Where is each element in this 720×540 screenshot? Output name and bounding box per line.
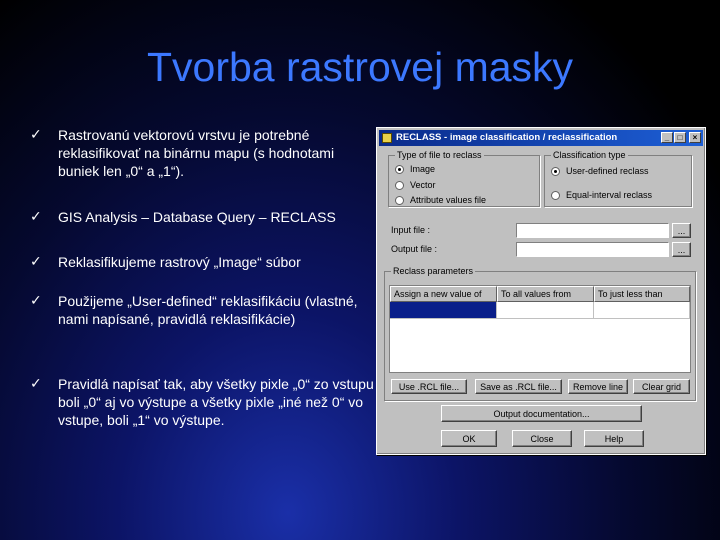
bullet-item: ✓ Pravidlá napísať tak, aby všetky pixle… bbox=[30, 375, 375, 429]
bullet-text: Pravidlá napísať tak, aby všetky pixle „… bbox=[58, 376, 374, 428]
use-rcl-file-button[interactable]: Use .RCL file... bbox=[391, 379, 467, 394]
grid-cell-from[interactable] bbox=[497, 302, 594, 319]
radio-attribute-label: Attribute values file bbox=[410, 195, 487, 205]
file-type-legend: Type of file to reclass bbox=[395, 150, 484, 160]
help-button[interactable]: Help bbox=[584, 430, 644, 447]
classification-type-legend: Classification type bbox=[551, 150, 628, 160]
ok-button[interactable]: OK bbox=[441, 430, 497, 447]
radio-equal-interval[interactable]: Equal-interval reclass bbox=[551, 190, 652, 200]
radio-equal-interval-label: Equal-interval reclass bbox=[566, 190, 653, 200]
bullet-text: Použijeme „User-defined“ reklasifikáciu … bbox=[58, 293, 358, 327]
dialog-titlebar[interactable]: RECLASS - image classification / reclass… bbox=[379, 130, 703, 146]
column-header[interactable]: Assign a new value of bbox=[390, 286, 497, 302]
input-file-label: Input file : bbox=[391, 225, 431, 235]
bullet-text: Reklasifikujeme rastrový „Image“ súbor bbox=[58, 254, 301, 270]
grid-header: Assign a new value of To all values from… bbox=[390, 286, 690, 302]
classification-type-group: Classification type User-defined reclass… bbox=[544, 150, 692, 207]
radio-selected-icon bbox=[551, 166, 560, 176]
grid-cell-new-value[interactable] bbox=[390, 302, 497, 319]
maximize-button[interactable]: □ bbox=[674, 132, 686, 143]
radio-unselected-icon bbox=[395, 180, 404, 190]
bullet-item: ✓ Rastrovanú vektorovú vrstvu je potrebn… bbox=[30, 126, 375, 180]
check-icon: ✓ bbox=[30, 254, 42, 270]
input-file-browse-button[interactable]: ... bbox=[672, 223, 691, 238]
check-icon: ✓ bbox=[30, 376, 42, 392]
minimize-button[interactable]: _ bbox=[661, 132, 673, 143]
output-file-field[interactable] bbox=[516, 242, 669, 257]
radio-selected-icon bbox=[395, 164, 404, 174]
reclass-dialog: RECLASS - image classification / reclass… bbox=[376, 127, 706, 455]
radio-vector[interactable]: Vector bbox=[395, 180, 436, 190]
clear-grid-button[interactable]: Clear grid bbox=[633, 379, 690, 394]
radio-user-defined-label: User-defined reclass bbox=[566, 166, 649, 176]
close-button[interactable]: Close bbox=[512, 430, 572, 447]
bullet-item: ✓ GIS Analysis – Database Query – RECLAS… bbox=[30, 208, 375, 226]
bullet-text: GIS Analysis – Database Query – RECLASS bbox=[58, 209, 336, 225]
close-window-button[interactable]: × bbox=[689, 132, 701, 143]
file-type-group: Type of file to reclass Image Vector Att… bbox=[388, 150, 540, 207]
radio-attribute-values[interactable]: Attribute values file bbox=[395, 195, 486, 205]
output-documentation-button[interactable]: Output documentation... bbox=[441, 405, 642, 422]
table-row[interactable] bbox=[390, 302, 690, 319]
app-icon bbox=[382, 133, 392, 143]
output-file-label: Output file : bbox=[391, 244, 438, 254]
bullet-item: ✓ Reklasifikujeme rastrový „Image“ súbor bbox=[30, 253, 375, 271]
bullet-text: Rastrovanú vektorovú vrstvu je potrebné … bbox=[58, 127, 335, 179]
radio-unselected-icon bbox=[551, 190, 560, 200]
bullet-item: ✓ Použijeme „User-defined“ reklasifikáci… bbox=[30, 292, 375, 328]
radio-image[interactable]: Image bbox=[395, 164, 435, 174]
grid-cell-to[interactable] bbox=[594, 302, 690, 319]
save-rcl-file-button[interactable]: Save as .RCL file... bbox=[475, 379, 562, 394]
dialog-title: RECLASS - image classification / reclass… bbox=[396, 132, 618, 143]
check-icon: ✓ bbox=[30, 209, 42, 225]
slide-title: Tvorba rastrovej masky bbox=[146, 44, 574, 90]
radio-vector-label: Vector bbox=[410, 180, 436, 190]
column-header[interactable]: To all values from bbox=[497, 286, 594, 302]
radio-unselected-icon bbox=[395, 195, 404, 205]
radio-user-defined[interactable]: User-defined reclass bbox=[551, 166, 649, 176]
radio-image-label: Image bbox=[410, 164, 436, 174]
reclass-grid[interactable]: Assign a new value of To all values from… bbox=[389, 285, 691, 373]
reclass-parameters-legend: Reclass parameters bbox=[391, 266, 476, 276]
check-icon: ✓ bbox=[30, 127, 42, 143]
output-file-browse-button[interactable]: ... bbox=[672, 242, 691, 257]
input-file-field[interactable] bbox=[516, 223, 669, 238]
remove-line-button[interactable]: Remove line bbox=[568, 379, 628, 394]
check-icon: ✓ bbox=[30, 293, 42, 309]
column-header[interactable]: To just less than bbox=[594, 286, 690, 302]
